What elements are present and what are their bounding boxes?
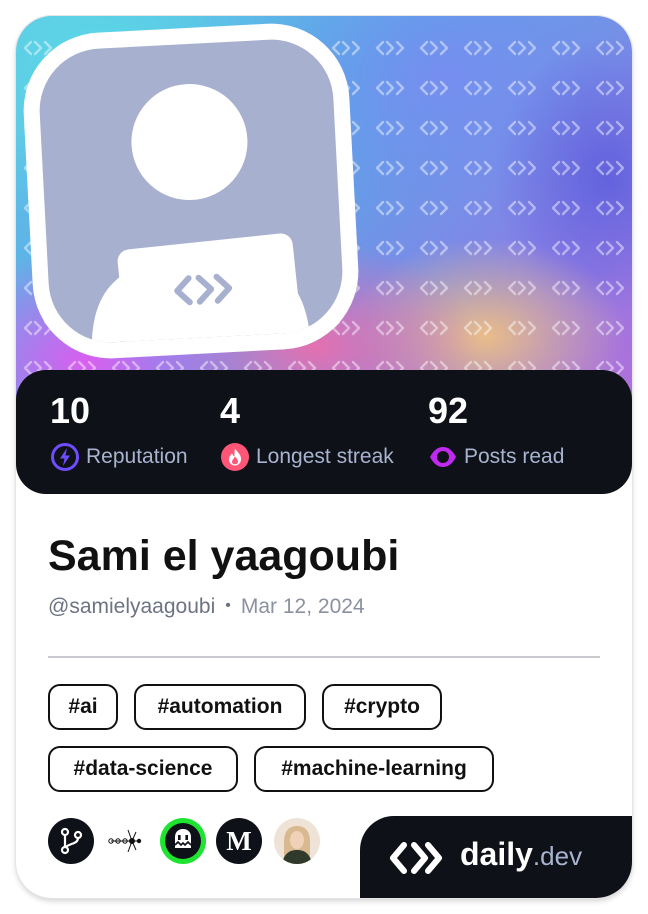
stat-value: 4 (220, 390, 241, 431)
user-silhouette-icon (91, 84, 310, 346)
daily-dev-brand[interactable]: daily.dev (360, 816, 632, 898)
stat-label: Posts read (464, 445, 565, 468)
stat-value: 92 (428, 390, 469, 431)
brand-daily: daily (460, 836, 533, 872)
stats-bar: 10 Reputation 4 Longest streak 92 Posts … (16, 370, 632, 494)
user-photo-avatar (274, 818, 320, 864)
brand-wordmark: daily.dev (460, 836, 582, 873)
tag-machine-learning[interactable]: #machine-learning (254, 746, 494, 792)
medium-logo-icon: M (216, 818, 262, 864)
profile-meta: @samielyaagoubi • Mar 12, 2024 (48, 595, 365, 619)
posts-read-eye-icon (430, 447, 456, 467)
profile-name: Sami el yaagoubi (48, 532, 400, 580)
meta-separator: • (225, 597, 231, 614)
joined-date: Mar 12, 2024 (240, 595, 365, 618)
streak-flame-icon (221, 443, 249, 471)
neural-network-icon (108, 829, 142, 853)
svg-text:M: M (226, 826, 251, 856)
profile-handle[interactable]: @samielyaagoubi (48, 595, 215, 619)
divider (48, 656, 600, 658)
tag-data-science[interactable]: #data-science (48, 746, 238, 792)
avatar[interactable] (19, 19, 363, 363)
stat-value: 10 (50, 390, 91, 431)
tag-automation[interactable]: #automation (134, 684, 306, 730)
stat-label: Reputation (86, 445, 188, 468)
daily-dev-logo-icon (390, 842, 442, 874)
brand-dev: .dev (532, 841, 583, 871)
git-icon (48, 818, 94, 864)
stat-label: Longest streak (256, 445, 394, 468)
reputation-bolt-icon (51, 443, 79, 471)
profile-card: 10 Reputation 4 Longest streak 92 Posts … (16, 16, 632, 898)
android-badge-icon (160, 818, 206, 864)
tag-crypto[interactable]: #crypto (322, 684, 442, 730)
avatar-placeholder (36, 36, 346, 346)
tag-ai[interactable]: #ai (48, 684, 118, 730)
